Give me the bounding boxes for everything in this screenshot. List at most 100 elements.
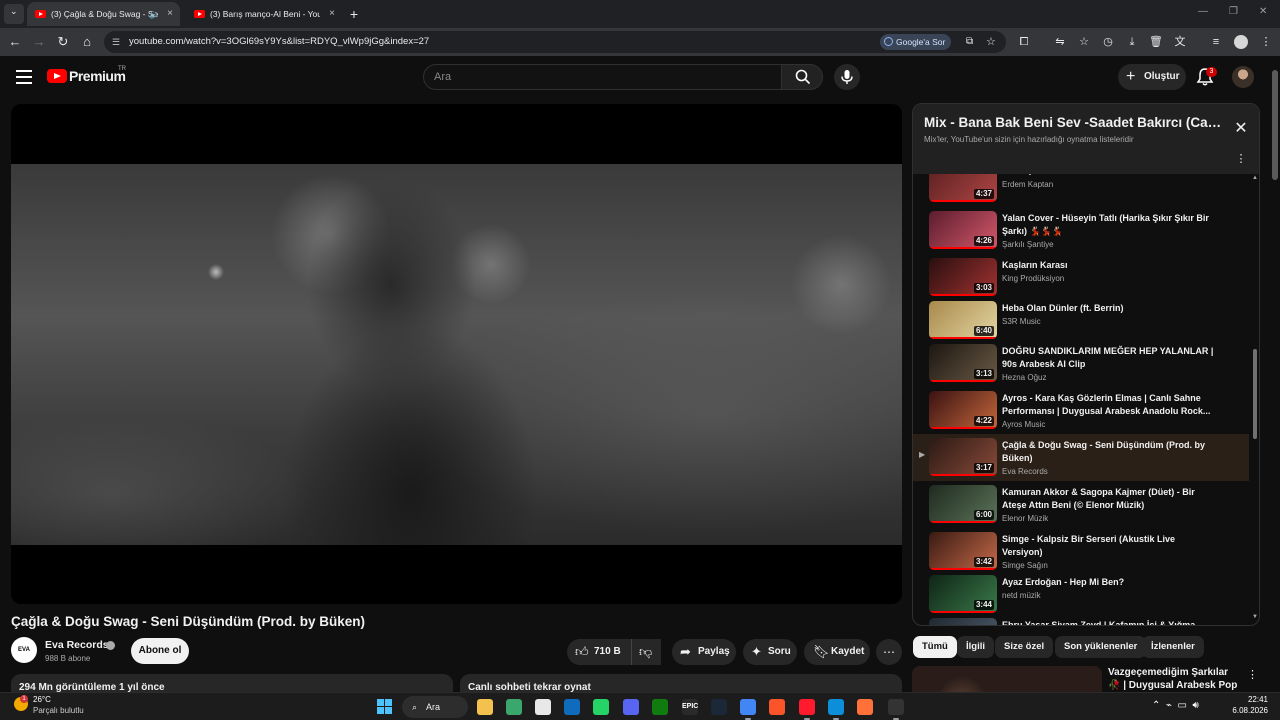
browser-menu-icon[interactable]: ⋮ <box>1258 34 1274 50</box>
weather-temperature[interactable]: 26°C <box>33 695 51 704</box>
save-button[interactable]: 🔖︎ Kaydet <box>804 639 870 665</box>
profile-avatar[interactable] <box>1234 35 1248 49</box>
playlist-item[interactable]: 4:22 Ayros - Kara Kaş Gözlerin Elmas | Ca… <box>913 387 1249 434</box>
playlist-scrollbar[interactable]: ▲ ▼ <box>1252 174 1258 622</box>
favorites-icon[interactable]: ☆ <box>1076 34 1092 50</box>
clock-date[interactable]: 6.08.2026 <box>1220 706 1268 715</box>
taskbar-search[interactable]: ⌕ Ara <box>402 696 468 718</box>
playlist-item[interactable]: 3:13 DOĞRU SANDIKLARIM MEĞER HEP YALANLAR… <box>913 340 1249 387</box>
filter-chip[interactable]: Son yüklenenler <box>1055 636 1147 658</box>
playlist-item[interactable]: 4:37 Remix) Erdem Kaptan <box>913 174 1249 207</box>
guide-menu-icon[interactable] <box>16 70 32 84</box>
playlist-item-thumbnail[interactable]: 3:03 <box>929 258 997 296</box>
playlist-item-thumbnail[interactable]: 4:37 <box>929 174 997 202</box>
bookmark-star-icon[interactable]: ☆ <box>986 31 996 53</box>
filter-chip[interactable]: Tümü <box>913 636 957 658</box>
search-button[interactable] <box>781 64 823 90</box>
history-icon[interactable]: ◷ <box>1100 34 1116 50</box>
share-button[interactable]: ➦ Paylaş <box>672 639 736 665</box>
playlist-item[interactable]: 3:44 Ayaz Erdoğan - Hep Mi Ben? netd müzik <box>913 571 1249 618</box>
back-icon[interactable]: ← <box>7 34 23 50</box>
extensions-icon[interactable]: ⧠ <box>1016 34 1032 50</box>
browser-tab[interactable]: (3) Barış manço-Al Beni - YouTu × <box>186 2 344 26</box>
site-info-icon[interactable]: ☰ <box>112 31 120 53</box>
filter-chip[interactable]: İzlenenler <box>1142 636 1204 658</box>
mail-icon[interactable] <box>564 699 580 715</box>
speaker-icon[interactable]: 🔈 <box>149 2 160 26</box>
playlist-title[interactable]: Mix - Bana Bak Beni Sev -Saadet Bakırcı … <box>924 115 1224 130</box>
voice-search-button[interactable] <box>834 64 860 90</box>
playlist-item-thumbnail[interactable]: 4:26 <box>929 211 997 249</box>
dislike-button[interactable]: 👎︎ <box>631 639 661 665</box>
edge-icon[interactable] <box>828 699 844 720</box>
playlist-item-thumbnail[interactable]: 3:13 <box>929 344 997 382</box>
playlist-item[interactable]: 3:42 Simge - Kalpsiz Bir Serseri (Akustik… <box>913 528 1249 575</box>
reload-icon[interactable]: ↻ <box>55 34 71 50</box>
browser-tab-active[interactable]: (3) Çağla & Doğu Swag - Se 🔈 × <box>27 2 180 26</box>
playlist-item[interactable]: 3:03 Kaşların Karası King Prodüksiyon <box>913 254 1249 301</box>
page-scrollbar[interactable] <box>1270 56 1280 692</box>
brave-icon[interactable] <box>769 699 785 715</box>
page-scrollbar-thumb[interactable] <box>1272 70 1278 180</box>
more-vertical-icon[interactable]: ⋮ <box>1247 668 1258 681</box>
channel-name[interactable]: Eva Records <box>45 639 109 651</box>
system-tray-icons[interactable]: ⌃ ⌁ ▭ 🔊︎ <box>1152 700 1199 711</box>
close-window-icon[interactable]: ✕ <box>1259 6 1267 17</box>
more-actions-button[interactable]: ⋯ <box>876 639 902 665</box>
minimize-icon[interactable]: — <box>1198 6 1208 17</box>
forward-icon[interactable]: → <box>31 34 47 50</box>
xbox-icon[interactable] <box>652 699 668 715</box>
channel-avatar[interactable]: EVA <box>11 637 37 663</box>
more-vertical-icon[interactable]: ⋮ <box>1235 152 1247 166</box>
weather-description[interactable]: Parçalı bulutlu <box>33 706 84 715</box>
playlist-item-thumbnail[interactable]: 4:22 <box>929 391 997 429</box>
clock-time[interactable]: 22:41 <box>1220 695 1268 704</box>
file-explorer-icon[interactable] <box>477 699 493 715</box>
performance-icon[interactable]: ⇋ <box>1052 34 1068 50</box>
playlist-item[interactable]: 6:40 Heba Olan Dünler (ft. Berrin) S3R Mus… <box>913 297 1249 344</box>
playlist-item-thumbnail[interactable]: 3:17 <box>929 438 997 476</box>
widgets-icon[interactable] <box>506 699 522 715</box>
windows-start-icon[interactable] <box>377 699 393 715</box>
epic-games-icon[interactable]: EPIC <box>682 699 698 715</box>
playlist-item-thumbnail[interactable]: 6:40 <box>929 301 997 339</box>
firefox-icon[interactable] <box>857 699 873 715</box>
home-icon[interactable]: ⌂ <box>79 34 95 50</box>
reading-list-icon[interactable]: ≡ <box>1208 34 1224 50</box>
playlist-item-thumbnail[interactable]: 3:42 <box>929 532 997 570</box>
new-tab-button[interactable]: + <box>346 4 362 24</box>
playlist-scrollbar-thumb[interactable] <box>1253 349 1257 439</box>
video-player[interactable] <box>11 104 902 604</box>
scroll-up-icon[interactable]: ▲ <box>1252 175 1258 181</box>
playlist-item[interactable]: 6:00 Kamuran Akkor & Sagopa Kajmer (Düet)… <box>913 481 1249 528</box>
google-sor-button[interactable]: Google'a Sor <box>880 34 952 50</box>
github-icon[interactable] <box>888 699 904 720</box>
tab-close-icon[interactable]: × <box>164 2 176 26</box>
close-icon[interactable]: ✕ <box>1231 119 1251 139</box>
playlist-item[interactable]: 4:26 Yalan Cover - Hüseyin Tatlı (Harika … <box>913 207 1249 254</box>
discord-icon[interactable] <box>623 699 639 715</box>
opera-icon[interactable] <box>799 699 815 720</box>
tab-close-icon[interactable]: × <box>326 2 338 26</box>
playlist-item-thumbnail[interactable] <box>929 618 997 625</box>
create-button[interactable]: + Oluştur <box>1118 64 1186 90</box>
tab-search-button[interactable]: ⌄ <box>4 4 24 24</box>
address-bar[interactable]: ☰ youtube.com/watch?v=3OGl69sY9Ys&list=R… <box>104 31 1006 53</box>
steam-icon[interactable] <box>711 699 727 715</box>
download-icon[interactable]: ⤓ <box>1124 34 1140 50</box>
playlist-item-current[interactable]: ▶ 3:17 Çağla & Doğu Swag - Seni Düşündüm (… <box>913 434 1249 481</box>
subscribe-button[interactable]: Abone ol <box>131 638 189 664</box>
premium-logo-text[interactable]: Premium <box>69 68 126 84</box>
youtube-logo-icon[interactable] <box>47 69 67 83</box>
calendar-icon[interactable] <box>535 699 551 715</box>
whatsapp-icon[interactable] <box>593 699 609 715</box>
cast-icon[interactable]: ⧉ <box>966 31 973 53</box>
ask-button[interactable]: ✦ Soru <box>743 639 797 665</box>
playlist-item-thumbnail[interactable]: 6:00 <box>929 485 997 523</box>
trash-icon[interactable]: 🗑 <box>1148 34 1164 50</box>
search-input[interactable] <box>434 65 774 89</box>
scroll-down-icon[interactable]: ▼ <box>1252 614 1258 620</box>
filter-chip[interactable]: İlgili <box>957 636 994 658</box>
chrome-icon[interactable] <box>740 699 756 720</box>
filter-chip[interactable]: Size özel <box>995 636 1054 658</box>
